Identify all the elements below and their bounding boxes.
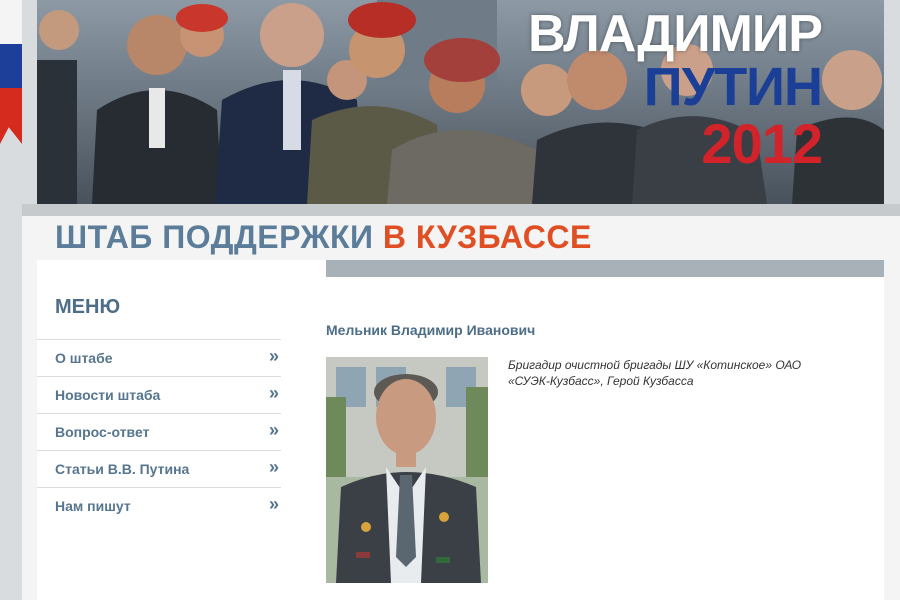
double-chevron-right-icon: »	[268, 383, 279, 403]
page-title-part2: В КУЗБАССЕ	[382, 219, 592, 255]
menu-item-label: Нам пишут	[55, 498, 131, 514]
sidebar-menu: О штабе » Новости штаба » Вопрос-ответ »…	[37, 339, 281, 524]
menu-item-label: Вопрос-ответ	[55, 424, 150, 440]
menu-item-qa[interactable]: Вопрос-ответ »	[37, 413, 281, 450]
menu-item-letters[interactable]: Нам пишут »	[37, 487, 281, 524]
menu-item-label: О штабе	[55, 350, 113, 366]
article-description: Бригадир очистной бригады ШУ «Котинское»…	[508, 358, 802, 388]
banner-title-surname: ПУТИН	[643, 57, 823, 117]
page-title-part1: ШТАБ ПОДДЕРЖКИ	[55, 219, 374, 255]
russian-flag-strip	[0, 0, 22, 160]
page-title: ШТАБ ПОДДЕРЖКИ В КУЗБАССЕ	[55, 219, 592, 256]
person-photo	[326, 357, 488, 583]
menu-item-about[interactable]: О штабе »	[37, 339, 281, 376]
banner-title-year: 2012	[701, 112, 823, 175]
header-banner: ВЛАДИМИР ПУТИН 2012	[37, 0, 884, 204]
double-chevron-right-icon: »	[268, 346, 279, 366]
double-chevron-right-icon: »	[268, 494, 279, 514]
menu-item-articles[interactable]: Статьи В.В. Путина »	[37, 450, 281, 487]
menu-title: МЕНЮ	[55, 296, 121, 318]
header-divider	[22, 204, 900, 216]
menu-tab-highlight	[37, 260, 326, 277]
menu-item-label: Статьи В.В. Путина	[55, 461, 190, 477]
article-title: Мельник Владимир Иванович	[326, 322, 536, 338]
banner-title-name: ВЛАДИМИР	[527, 5, 823, 63]
menu-item-label: Новости штаба	[55, 387, 161, 403]
double-chevron-right-icon: »	[268, 420, 279, 440]
menu-item-news[interactable]: Новости штаба »	[37, 376, 281, 413]
double-chevron-right-icon: »	[268, 457, 279, 477]
portrait-image	[326, 357, 488, 583]
